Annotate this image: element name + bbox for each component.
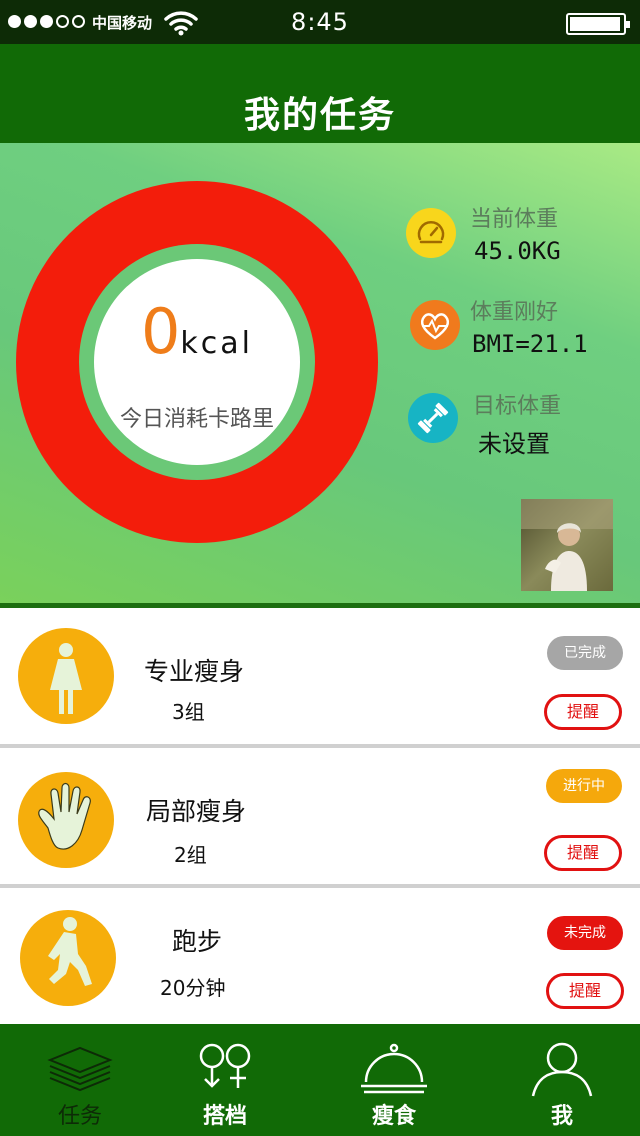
hand-icon [18,772,114,868]
remind-button[interactable]: 提醒 [544,835,622,871]
tab-label: 搭档 [202,1104,247,1129]
task-detail: 20分钟 [160,976,226,1000]
tab-label: 我 [550,1104,573,1129]
task-name: 跑步 [172,927,223,956]
woman-figure-icon [18,628,114,724]
tab-me[interactable]: 我 [482,1024,640,1136]
summary-panel: 0kcal 今日消耗卡路里 当前体重 45.0KG 体重刚好 BMI=21.1 [0,143,640,605]
task-row-partial-slimming[interactable]: 局部瘦身 2组 进行中 提醒 [0,748,640,884]
heart-pulse-icon[interactable] [410,300,460,350]
runner-icon [20,910,116,1006]
remind-button[interactable]: 提醒 [544,694,622,730]
tab-bar: 任务 搭档 瘦食 我 [0,1024,640,1136]
tab-diet[interactable]: 瘦食 [314,1024,474,1136]
target-weight-label: 目标体重 [473,394,562,419]
calorie-center: 0kcal 今日消耗卡路里 [94,259,300,465]
dish-cover-icon [361,1043,427,1094]
task-row-professional-slimming[interactable]: 专业瘦身 3组 已完成 提醒 [0,608,640,744]
dumbbell-icon[interactable] [408,393,458,443]
bmi-value: BMI=21.1 [472,330,588,358]
gender-icon [199,1043,251,1088]
status-badge: 已完成 [547,636,623,670]
calorie-ring: 0kcal 今日消耗卡路里 [16,181,378,543]
stack-icon [47,1046,113,1092]
tab-tasks[interactable]: 任务 [0,1024,160,1136]
avatar[interactable] [521,499,613,591]
tab-label: 瘦食 [371,1104,416,1129]
status-badge: 进行中 [546,769,622,803]
calorie-unit: kcal [180,326,254,361]
current-weight-label: 当前体重 [470,207,559,232]
target-weight-value: 未设置 [478,430,550,458]
user-icon [531,1042,593,1097]
tab-label: 任务 [57,1104,102,1129]
task-name: 局部瘦身 [146,797,247,826]
status-bar: 中国移动 8:45 [0,0,640,44]
task-detail: 3组 [172,700,205,724]
battery-icon [566,13,630,35]
weight-status-label: 体重刚好 [470,300,559,325]
task-name: 专业瘦身 [144,657,245,686]
current-weight-value: 45.0KG [474,237,561,265]
task-row-running[interactable]: 跑步 20分钟 未完成 提醒 [0,888,640,1024]
page-title: 我的任务 [243,95,396,136]
tab-partner[interactable]: 搭档 [145,1024,305,1136]
calorie-value: 0 [140,295,181,368]
task-detail: 2组 [174,843,207,867]
calorie-label: 今日消耗卡路里 [119,407,274,432]
status-badge: 未完成 [547,916,623,950]
nav-header: 我的任务 [0,44,640,143]
status-time: 8:45 [291,8,349,36]
gauge-icon[interactable] [406,208,456,258]
remind-button[interactable]: 提醒 [546,973,624,1009]
